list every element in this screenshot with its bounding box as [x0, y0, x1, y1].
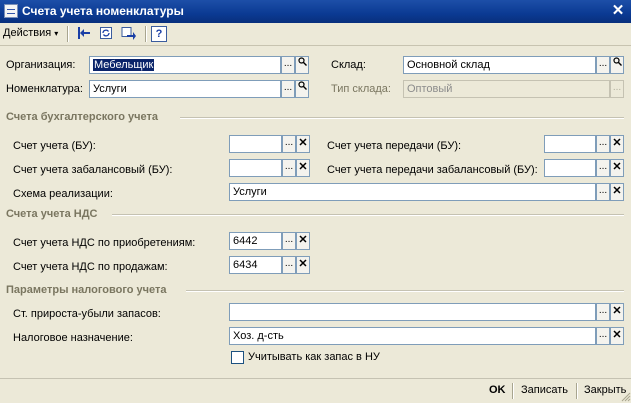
toolbar: Действия ▾ ?	[0, 23, 631, 46]
magnifier-icon	[612, 57, 622, 66]
refresh-icon	[100, 27, 112, 39]
vat-purchase-clear-button[interactable]: ✕	[296, 232, 310, 250]
swap-button[interactable]	[121, 26, 137, 42]
magnifier-icon	[297, 57, 307, 66]
nomenclature-label: Номенклатура:	[6, 83, 83, 95]
offbalance-account-clear-button[interactable]: ✕	[296, 159, 310, 177]
app-icon	[4, 4, 18, 18]
ok-button[interactable]: OK	[489, 384, 506, 396]
transfer-account-label: Счет учета передачи (БУ):	[327, 140, 462, 152]
window-title: Счета учета номенклатуры	[22, 4, 184, 18]
toolbar-separator	[67, 26, 69, 42]
save-button[interactable]: Записать	[521, 384, 568, 396]
inventory-change-select-button[interactable]: ...	[596, 303, 610, 321]
warehouse-field[interactable]: Основной склад	[403, 56, 596, 74]
clear-icon: ✕	[298, 137, 308, 149]
inventory-change-label: Ст. прироста-убыли запасов:	[13, 308, 161, 320]
help-icon: ?	[155, 28, 163, 40]
tax-purpose-clear-button[interactable]: ✕	[610, 327, 624, 345]
back-arrow-button[interactable]	[76, 26, 92, 42]
organization-open-button[interactable]	[295, 56, 309, 74]
toolbar-separator	[145, 26, 147, 42]
inventory-change-clear-button[interactable]: ✕	[610, 303, 624, 321]
back-arrow-icon	[78, 27, 90, 39]
clear-icon: ✕	[612, 185, 622, 197]
swap-icon	[121, 27, 136, 40]
accounting-section-title: Счета бухгалтерского учета	[6, 111, 159, 123]
section-divider	[180, 117, 624, 119]
account-field[interactable]	[229, 135, 282, 153]
dialog-button-bar: OK Записать Закрыть	[0, 378, 631, 403]
actions-menu[interactable]: Действия ▾	[3, 27, 58, 39]
window-close-button[interactable]: ✕	[609, 2, 627, 20]
chevron-down-icon: ▾	[54, 29, 59, 38]
warehouse-open-button[interactable]	[610, 56, 624, 74]
vat-sales-select-button[interactable]: ...	[282, 256, 296, 274]
sales-scheme-label: Схема реализации:	[13, 188, 113, 200]
organization-value: Мебельщик	[93, 59, 155, 71]
vat-section-title: Счета учета НДС	[6, 208, 98, 220]
account-select-button[interactable]: ...	[282, 135, 296, 153]
sales-scheme-clear-button[interactable]: ✕	[610, 183, 624, 201]
vat-sales-clear-button[interactable]: ✕	[296, 256, 310, 274]
inventory-change-field[interactable]	[229, 303, 596, 321]
title-bar: Счета учета номенклатуры ✕	[0, 0, 631, 23]
vat-sales-field[interactable]: 6434	[229, 256, 282, 274]
transfer-offbalance-account-clear-button[interactable]: ✕	[610, 159, 624, 177]
tax-purpose-label: Налоговое назначение:	[13, 332, 133, 344]
transfer-account-clear-button[interactable]: ✕	[610, 135, 624, 153]
warehouse-type-select-button: ...	[610, 80, 624, 98]
offbalance-account-label: Счет учета забалансовый (БУ):	[13, 164, 173, 176]
warehouse-label: Склад:	[331, 59, 366, 71]
section-divider	[186, 290, 624, 292]
organization-label: Организация:	[6, 59, 76, 71]
offbalance-account-field[interactable]	[229, 159, 282, 177]
magnifier-icon	[297, 81, 307, 90]
warehouse-select-button[interactable]: ...	[596, 56, 610, 74]
refresh-button[interactable]	[98, 26, 114, 42]
vat-purchase-label: Счет учета НДС по приобретениям:	[13, 237, 196, 249]
clear-icon: ✕	[612, 329, 622, 341]
offbalance-account-select-button[interactable]: ...	[282, 159, 296, 177]
help-button[interactable]: ?	[151, 26, 167, 42]
clear-icon: ✕	[298, 258, 308, 270]
vat-sales-label: Счет учета НДС по продажам:	[13, 261, 168, 273]
clear-icon: ✕	[612, 161, 622, 173]
transfer-account-field[interactable]	[544, 135, 596, 153]
actions-menu-label: Действия	[3, 27, 52, 39]
organization-select-button[interactable]: ...	[281, 56, 295, 74]
account-clear-button[interactable]: ✕	[296, 135, 310, 153]
warehouse-type-label: Тип склада:	[331, 83, 391, 95]
stock-checkbox-label: Учитывать как запас в НУ	[248, 351, 380, 363]
section-divider	[112, 214, 624, 216]
transfer-account-select-button[interactable]: ...	[596, 135, 610, 153]
sales-scheme-field[interactable]: Услуги	[229, 183, 596, 201]
transfer-offbalance-account-field[interactable]	[544, 159, 596, 177]
stock-checkbox[interactable]	[231, 351, 244, 364]
transfer-offbalance-account-select-button[interactable]: ...	[596, 159, 610, 177]
nomenclature-select-button[interactable]: ...	[281, 80, 295, 98]
account-label: Счет учета (БУ):	[13, 140, 96, 152]
vat-purchase-field[interactable]: 6442	[229, 232, 282, 250]
nomenclature-open-button[interactable]	[295, 80, 309, 98]
nomenclature-field[interactable]: Услуги	[89, 80, 281, 98]
sales-scheme-select-button[interactable]: ...	[596, 183, 610, 201]
clear-icon: ✕	[612, 137, 622, 149]
transfer-offbalance-account-label: Счет учета передачи забалансовый (БУ):	[327, 164, 538, 176]
tax-purpose-field[interactable]: Хоз. д-сть	[229, 327, 596, 345]
resize-grip-icon[interactable]	[621, 392, 631, 402]
tax-purpose-select-button[interactable]: ...	[596, 327, 610, 345]
warehouse-type-field: Оптовый	[403, 80, 610, 98]
tax-section-title: Параметры налогового учета	[6, 284, 167, 296]
button-separator	[576, 383, 578, 399]
clear-icon: ✕	[612, 305, 622, 317]
clear-icon: ✕	[298, 161, 308, 173]
vat-purchase-select-button[interactable]: ...	[282, 232, 296, 250]
button-separator	[512, 383, 514, 399]
organization-field[interactable]: Мебельщик	[89, 56, 281, 74]
clear-icon: ✕	[298, 234, 308, 246]
